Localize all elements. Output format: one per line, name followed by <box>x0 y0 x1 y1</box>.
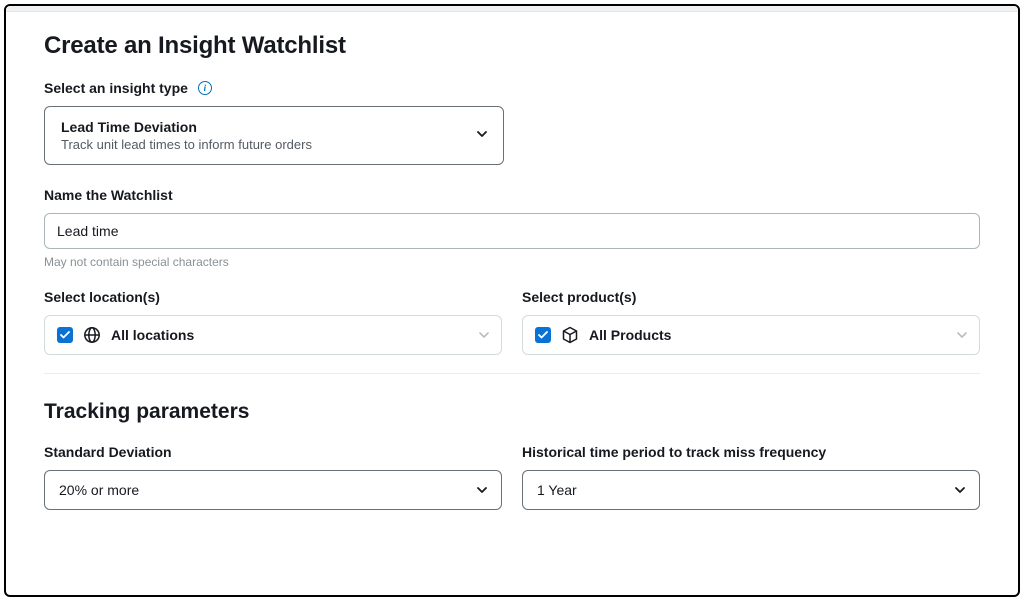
chevron-down-icon <box>957 332 967 339</box>
std-dev-select[interactable]: 20% or more <box>44 470 502 510</box>
globe-icon <box>83 326 101 344</box>
locations-checkbox[interactable] <box>57 327 73 343</box>
insight-type-label: Select an insight type <box>44 80 188 96</box>
select-left: All locations <box>57 326 194 344</box>
section-divider <box>44 373 980 374</box>
locations-field: Select location(s) All locations <box>44 289 502 355</box>
insight-type-field: Select an insight type i Lead Time Devia… <box>44 80 980 165</box>
label-row: Select an insight type i <box>44 80 980 96</box>
locations-label: Select location(s) <box>44 289 160 305</box>
time-period-label: Historical time period to track miss fre… <box>522 444 826 460</box>
chevron-down-icon <box>477 481 487 499</box>
watchlist-name-label: Name the Watchlist <box>44 187 173 203</box>
locations-selected-text: All locations <box>111 327 194 343</box>
select-left: All Products <box>535 326 671 344</box>
label-row: Historical time period to track miss fre… <box>522 444 980 460</box>
products-select[interactable]: All Products <box>522 315 980 355</box>
products-field: Select product(s) All Products <box>522 289 980 355</box>
chevron-down-icon <box>955 481 965 499</box>
label-row: Select product(s) <box>522 289 980 305</box>
label-row: Name the Watchlist <box>44 187 980 203</box>
page-content: Create an Insight Watchlist Select an in… <box>6 12 1018 552</box>
window-frame: Create an Insight Watchlist Select an in… <box>4 4 1020 597</box>
info-icon[interactable]: i <box>198 81 212 95</box>
insight-type-select[interactable]: Lead Time Deviation Track unit lead time… <box>44 106 504 165</box>
label-row: Standard Deviation <box>44 444 502 460</box>
chevron-down-icon <box>477 131 487 141</box>
locations-select[interactable]: All locations <box>44 315 502 355</box>
page-title: Create an Insight Watchlist <box>44 32 980 60</box>
box-icon <box>561 326 579 344</box>
products-selected-text: All Products <box>589 327 671 343</box>
tracking-row: Standard Deviation 20% or more Historica… <box>44 444 980 510</box>
tracking-parameters-title: Tracking parameters <box>44 400 980 424</box>
insight-type-text: Lead Time Deviation Track unit lead time… <box>61 119 312 152</box>
chevron-down-icon <box>479 332 489 339</box>
location-product-row: Select location(s) All locations <box>44 289 980 355</box>
std-dev-label: Standard Deviation <box>44 444 172 460</box>
watchlist-name-input[interactable] <box>44 213 980 249</box>
time-period-select[interactable]: 1 Year <box>522 470 980 510</box>
insight-type-selected-desc: Track unit lead times to inform future o… <box>61 137 312 152</box>
products-checkbox[interactable] <box>535 327 551 343</box>
insight-type-selected-title: Lead Time Deviation <box>61 119 312 135</box>
watchlist-name-field: Name the Watchlist May not contain speci… <box>44 187 980 269</box>
time-period-field: Historical time period to track miss fre… <box>522 444 980 510</box>
watchlist-name-helper: May not contain special characters <box>44 255 980 269</box>
std-dev-value: 20% or more <box>59 482 139 498</box>
products-label: Select product(s) <box>522 289 636 305</box>
time-period-value: 1 Year <box>537 482 577 498</box>
label-row: Select location(s) <box>44 289 502 305</box>
std-dev-field: Standard Deviation 20% or more <box>44 444 502 510</box>
